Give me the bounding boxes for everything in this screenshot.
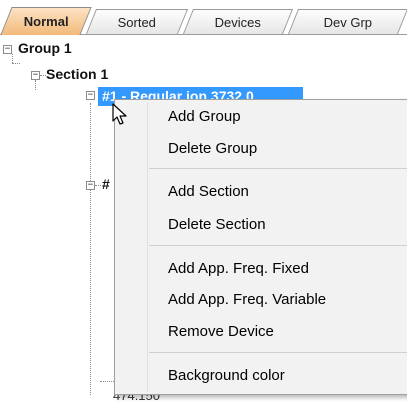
menu-item-remove-device[interactable]: Remove Device (115, 318, 407, 346)
collapse-toggle-icon[interactable]: − (86, 181, 95, 190)
tab-label: Normal (23, 14, 69, 29)
collapse-toggle-icon[interactable]: − (86, 91, 95, 100)
menu-item-delete-section[interactable]: Delete Section (115, 211, 407, 239)
menu-item-delete-group[interactable]: Delete Group (115, 135, 407, 163)
tab-label: Sorted (117, 14, 156, 30)
tab-dev-grp[interactable]: Dev Grp (287, 9, 407, 34)
menu-item-add-group[interactable]: Add Group (115, 103, 407, 131)
tab-sorted[interactable]: Sorted (85, 9, 189, 34)
tab-normal[interactable]: Normal (0, 7, 92, 35)
menu-item-background-color[interactable]: Background color (115, 362, 407, 390)
tree-node-device[interactable]: # (102, 176, 110, 192)
context-menu: Add Group Delete Group Add Section Delet… (114, 99, 407, 395)
menu-separator (149, 168, 407, 169)
tab-strip: Normal Sorted Devices Dev Grp (0, 0, 407, 37)
arrow-pointer-icon (112, 103, 127, 125)
tab-devices[interactable]: Devices (182, 9, 294, 34)
menu-item-add-freq-fixed[interactable]: Add App. Freq. Fixed (115, 255, 407, 283)
tree-connector (35, 80, 36, 90)
menu-item-add-freq-variable[interactable]: Add App. Freq. Variable (115, 286, 407, 314)
menu-separator (149, 352, 407, 353)
tree-connector (12, 54, 13, 63)
collapse-toggle-icon[interactable]: − (31, 71, 40, 80)
collapse-toggle-icon[interactable]: − (3, 45, 12, 54)
menu-item-add-section[interactable]: Add Section (115, 178, 407, 206)
tab-label: Devices (214, 14, 261, 30)
tree-node-group[interactable]: Group 1 (18, 40, 72, 56)
tree-connector (95, 185, 101, 186)
tree-connector (90, 103, 91, 395)
tree-node-section[interactable]: Section 1 (46, 66, 108, 82)
tab-label: Dev Grp (323, 14, 373, 30)
tree-connector (100, 381, 114, 382)
menu-separator (149, 245, 407, 246)
tree-connector (12, 63, 20, 64)
